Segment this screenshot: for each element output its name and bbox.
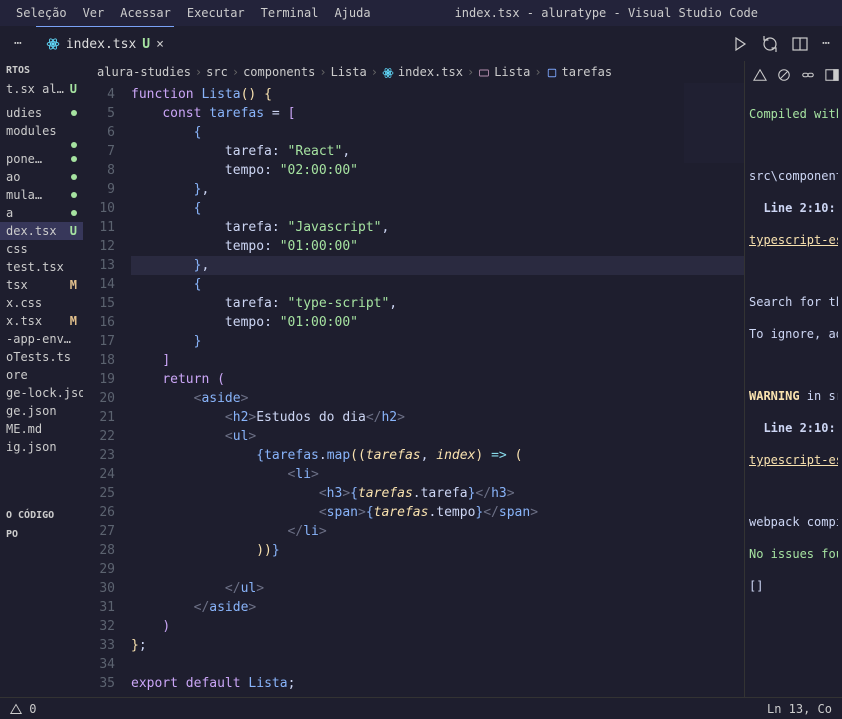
no-circle-icon[interactable]: [777, 67, 791, 82]
terminal-output[interactable]: Compiled with src\components Line 2:10: …: [749, 90, 838, 626]
file-item[interactable]: a: [0, 204, 83, 222]
section-timeline[interactable]: PO: [0, 525, 83, 544]
menu-ver[interactable]: Ver: [75, 6, 113, 20]
file-item[interactable]: mula…: [0, 186, 83, 204]
file-item[interactable]: dex.tsxU: [0, 222, 83, 240]
window-title: index.tsx - aluratype - Visual Studio Co…: [379, 6, 834, 20]
more-views-icon[interactable]: ⋯: [0, 36, 36, 51]
warnings-count[interactable]: 0: [10, 702, 36, 716]
layout-toggle-icon[interactable]: [825, 67, 839, 82]
menu-executar[interactable]: Executar: [179, 6, 253, 20]
crumb[interactable]: index.tsx: [398, 65, 463, 79]
sync-icon[interactable]: [762, 36, 778, 52]
react-icon: [46, 37, 60, 52]
explorer-sidebar[interactable]: RTOS t.sx al…U udiesmodules pone…aomula…a…: [0, 61, 83, 697]
file-item[interactable]: ME.md: [0, 420, 83, 438]
field-icon: [546, 65, 558, 79]
menu-terminal[interactable]: Terminal: [253, 6, 327, 20]
file-item[interactable]: x.css: [0, 294, 83, 312]
more-actions-icon[interactable]: ⋯: [822, 36, 830, 52]
menubar: Seleção Ver Acessar Executar Terminal Aj…: [0, 0, 842, 26]
warning-icon[interactable]: [753, 67, 767, 82]
code-content[interactable]: function Lista() { const tarefas = [ { t…: [131, 83, 744, 697]
statusbar[interactable]: 0 Ln 13, Co: [0, 697, 842, 719]
method-icon: [478, 65, 490, 79]
file-item[interactable]: ore: [0, 366, 83, 384]
tab-index-tsx[interactable]: index.tsx U ×: [36, 26, 174, 61]
file-item[interactable]: ge-lock.json: [0, 384, 83, 402]
file-item[interactable]: ao: [0, 168, 83, 186]
side-panel[interactable]: Compiled with src\components Line 2:10: …: [744, 61, 842, 697]
open-editor-item[interactable]: t.sx al…U: [0, 80, 83, 98]
menu-ajuda[interactable]: Ajuda: [326, 6, 378, 20]
cursor-position[interactable]: Ln 13, Co: [767, 702, 832, 716]
editor-area[interactable]: alura-studies› src› components› Lista› i…: [83, 61, 744, 697]
crumb[interactable]: alura-studies: [97, 65, 191, 79]
file-item[interactable]: tsxM: [0, 276, 83, 294]
crumb[interactable]: src: [206, 65, 228, 79]
crumb[interactable]: components: [243, 65, 315, 79]
tab-filename: index.tsx: [66, 37, 136, 52]
tab-bar: ⋯ index.tsx U × ⋯: [0, 26, 842, 61]
crumb[interactable]: tarefas: [562, 65, 613, 79]
split-editor-icon[interactable]: [792, 36, 808, 52]
section-outline[interactable]: O CÓDIGO: [0, 506, 83, 525]
crumb[interactable]: Lista: [494, 65, 530, 79]
run-icon[interactable]: [732, 36, 748, 52]
close-tab-icon[interactable]: ×: [156, 37, 164, 52]
line-number-gutter[interactable]: 4567891011121314151617181920212223242526…: [83, 83, 131, 697]
file-item[interactable]: test.tsx: [0, 258, 83, 276]
crumb[interactable]: Lista: [331, 65, 367, 79]
file-item[interactable]: oTests.ts: [0, 348, 83, 366]
file-item[interactable]: -app-env…: [0, 330, 83, 348]
file-item[interactable]: udies: [0, 104, 83, 122]
react-icon: [382, 65, 394, 79]
file-item[interactable]: x.tsxM: [0, 312, 83, 330]
file-item[interactable]: ge.json: [0, 402, 83, 420]
breadcrumb[interactable]: alura-studies› src› components› Lista› i…: [83, 61, 744, 83]
link-icon[interactable]: [801, 67, 815, 82]
menu-acessar[interactable]: Acessar: [112, 6, 179, 20]
file-item[interactable]: [0, 140, 83, 150]
file-item[interactable]: css: [0, 240, 83, 258]
menu-selecao[interactable]: Seleção: [8, 6, 75, 20]
file-item[interactable]: pone…: [0, 150, 83, 168]
tab-git-status: U: [142, 37, 150, 52]
minimap[interactable]: [684, 83, 744, 163]
section-open-editors[interactable]: RTOS: [0, 61, 83, 80]
file-item[interactable]: ig.json: [0, 438, 83, 456]
file-item[interactable]: modules: [0, 122, 83, 140]
